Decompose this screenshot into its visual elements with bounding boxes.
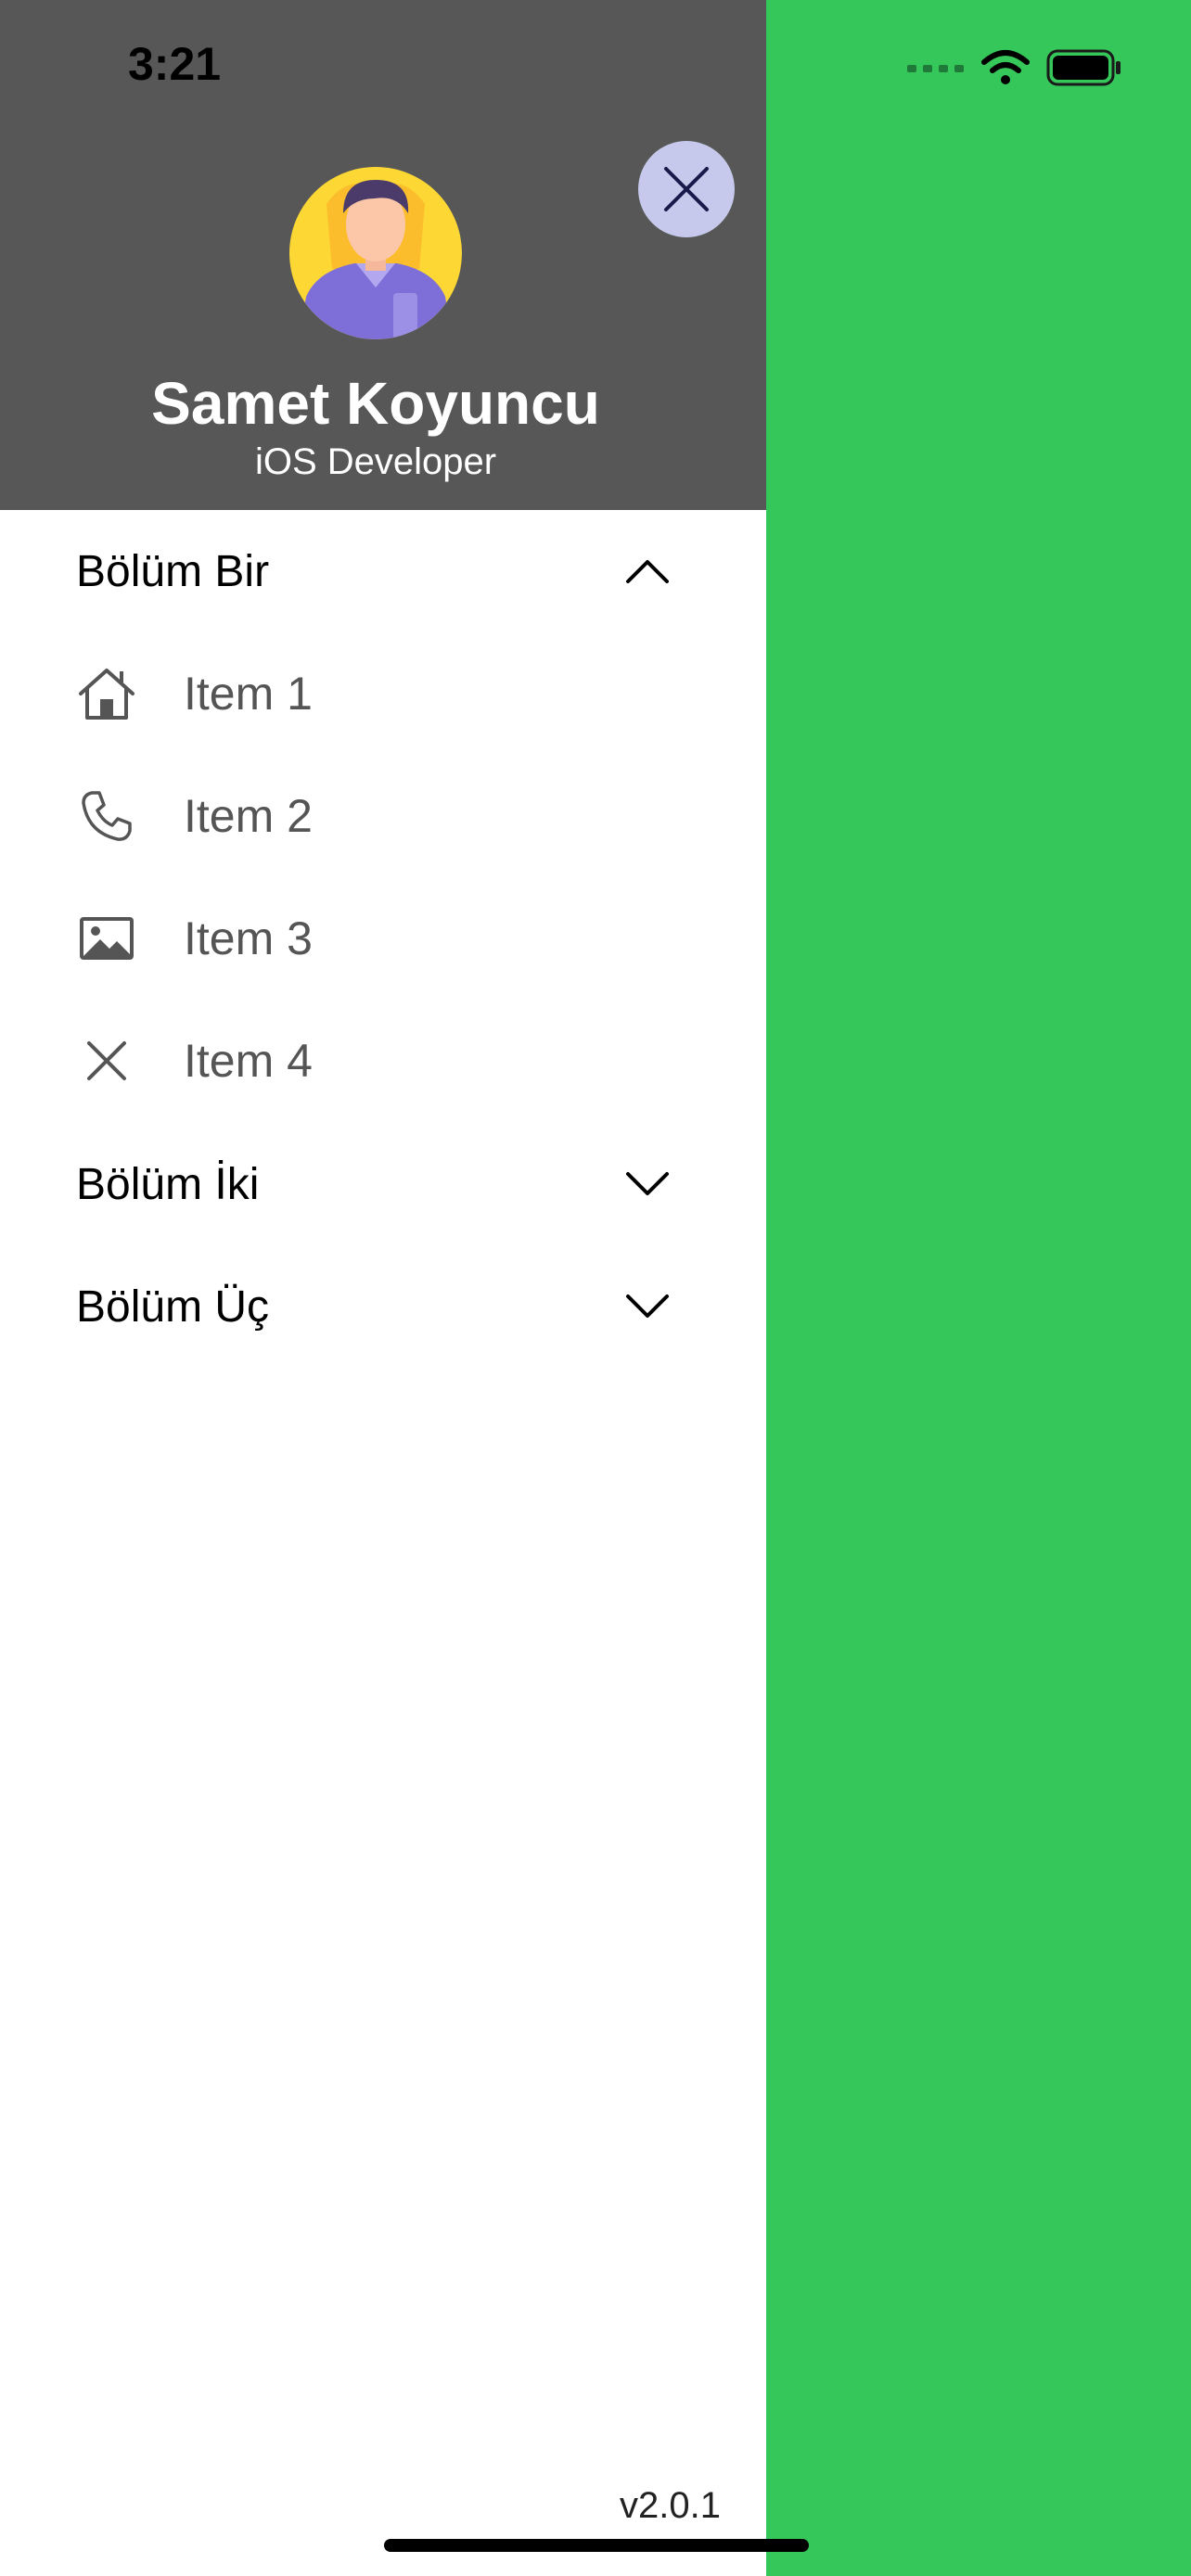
xmark-icon: [87, 1041, 126, 1080]
phone-icon: [82, 791, 132, 841]
avatar: [289, 167, 462, 339]
close-icon: [664, 167, 709, 211]
chevron-down-icon: [626, 1294, 669, 1318]
profile-role: iOS Developer: [254, 441, 497, 482]
close-menu-button[interactable]: [638, 141, 735, 237]
photo-icon: [80, 917, 134, 960]
chevron-up-icon: [626, 560, 669, 583]
chevron-down-icon: [626, 1172, 669, 1195]
menu-item-2[interactable]: Item 2: [76, 770, 633, 862]
status-time: 3:21: [128, 38, 222, 90]
house-icon: [79, 669, 134, 720]
home-indicator[interactable]: [384, 2539, 809, 2552]
section-title: Bölüm Üç: [76, 1282, 270, 1332]
section-title: Bölüm İki: [76, 1159, 260, 1209]
profile-header: 3:21 Samet Koyuncu iOS Developer: [0, 0, 766, 510]
section-header-bolum-iki[interactable]: Bölüm İki: [76, 1142, 670, 1226]
side-menu-drawer: 3:21 Samet Koyuncu iOS Developer Bölüm B…: [0, 0, 766, 2576]
section-title: Bölüm Bir: [76, 546, 270, 596]
app-version: v2.0.1: [620, 2485, 721, 2526]
menu-item-label: Item 3: [184, 912, 313, 964]
wifi-icon: [981, 50, 1030, 84]
menu-item-label: Item 4: [184, 1035, 313, 1087]
menu-item-label: Item 2: [184, 790, 313, 842]
section-header-bolum-uc[interactable]: Bölüm Üç: [76, 1265, 670, 1348]
menu-item-label: Item 1: [184, 668, 313, 720]
status-indicators: [900, 45, 1122, 91]
profile-name: Samet Koyuncu: [151, 370, 600, 437]
battery-icon: [1046, 49, 1121, 86]
menu-item-4[interactable]: Item 4: [76, 1014, 633, 1107]
section-header-bolum-bir[interactable]: Bölüm Bir: [76, 529, 670, 613]
menu-item-1[interactable]: Item 1: [76, 647, 633, 740]
signal-icon: [907, 65, 964, 72]
menu-item-3[interactable]: Item 3: [76, 892, 633, 985]
